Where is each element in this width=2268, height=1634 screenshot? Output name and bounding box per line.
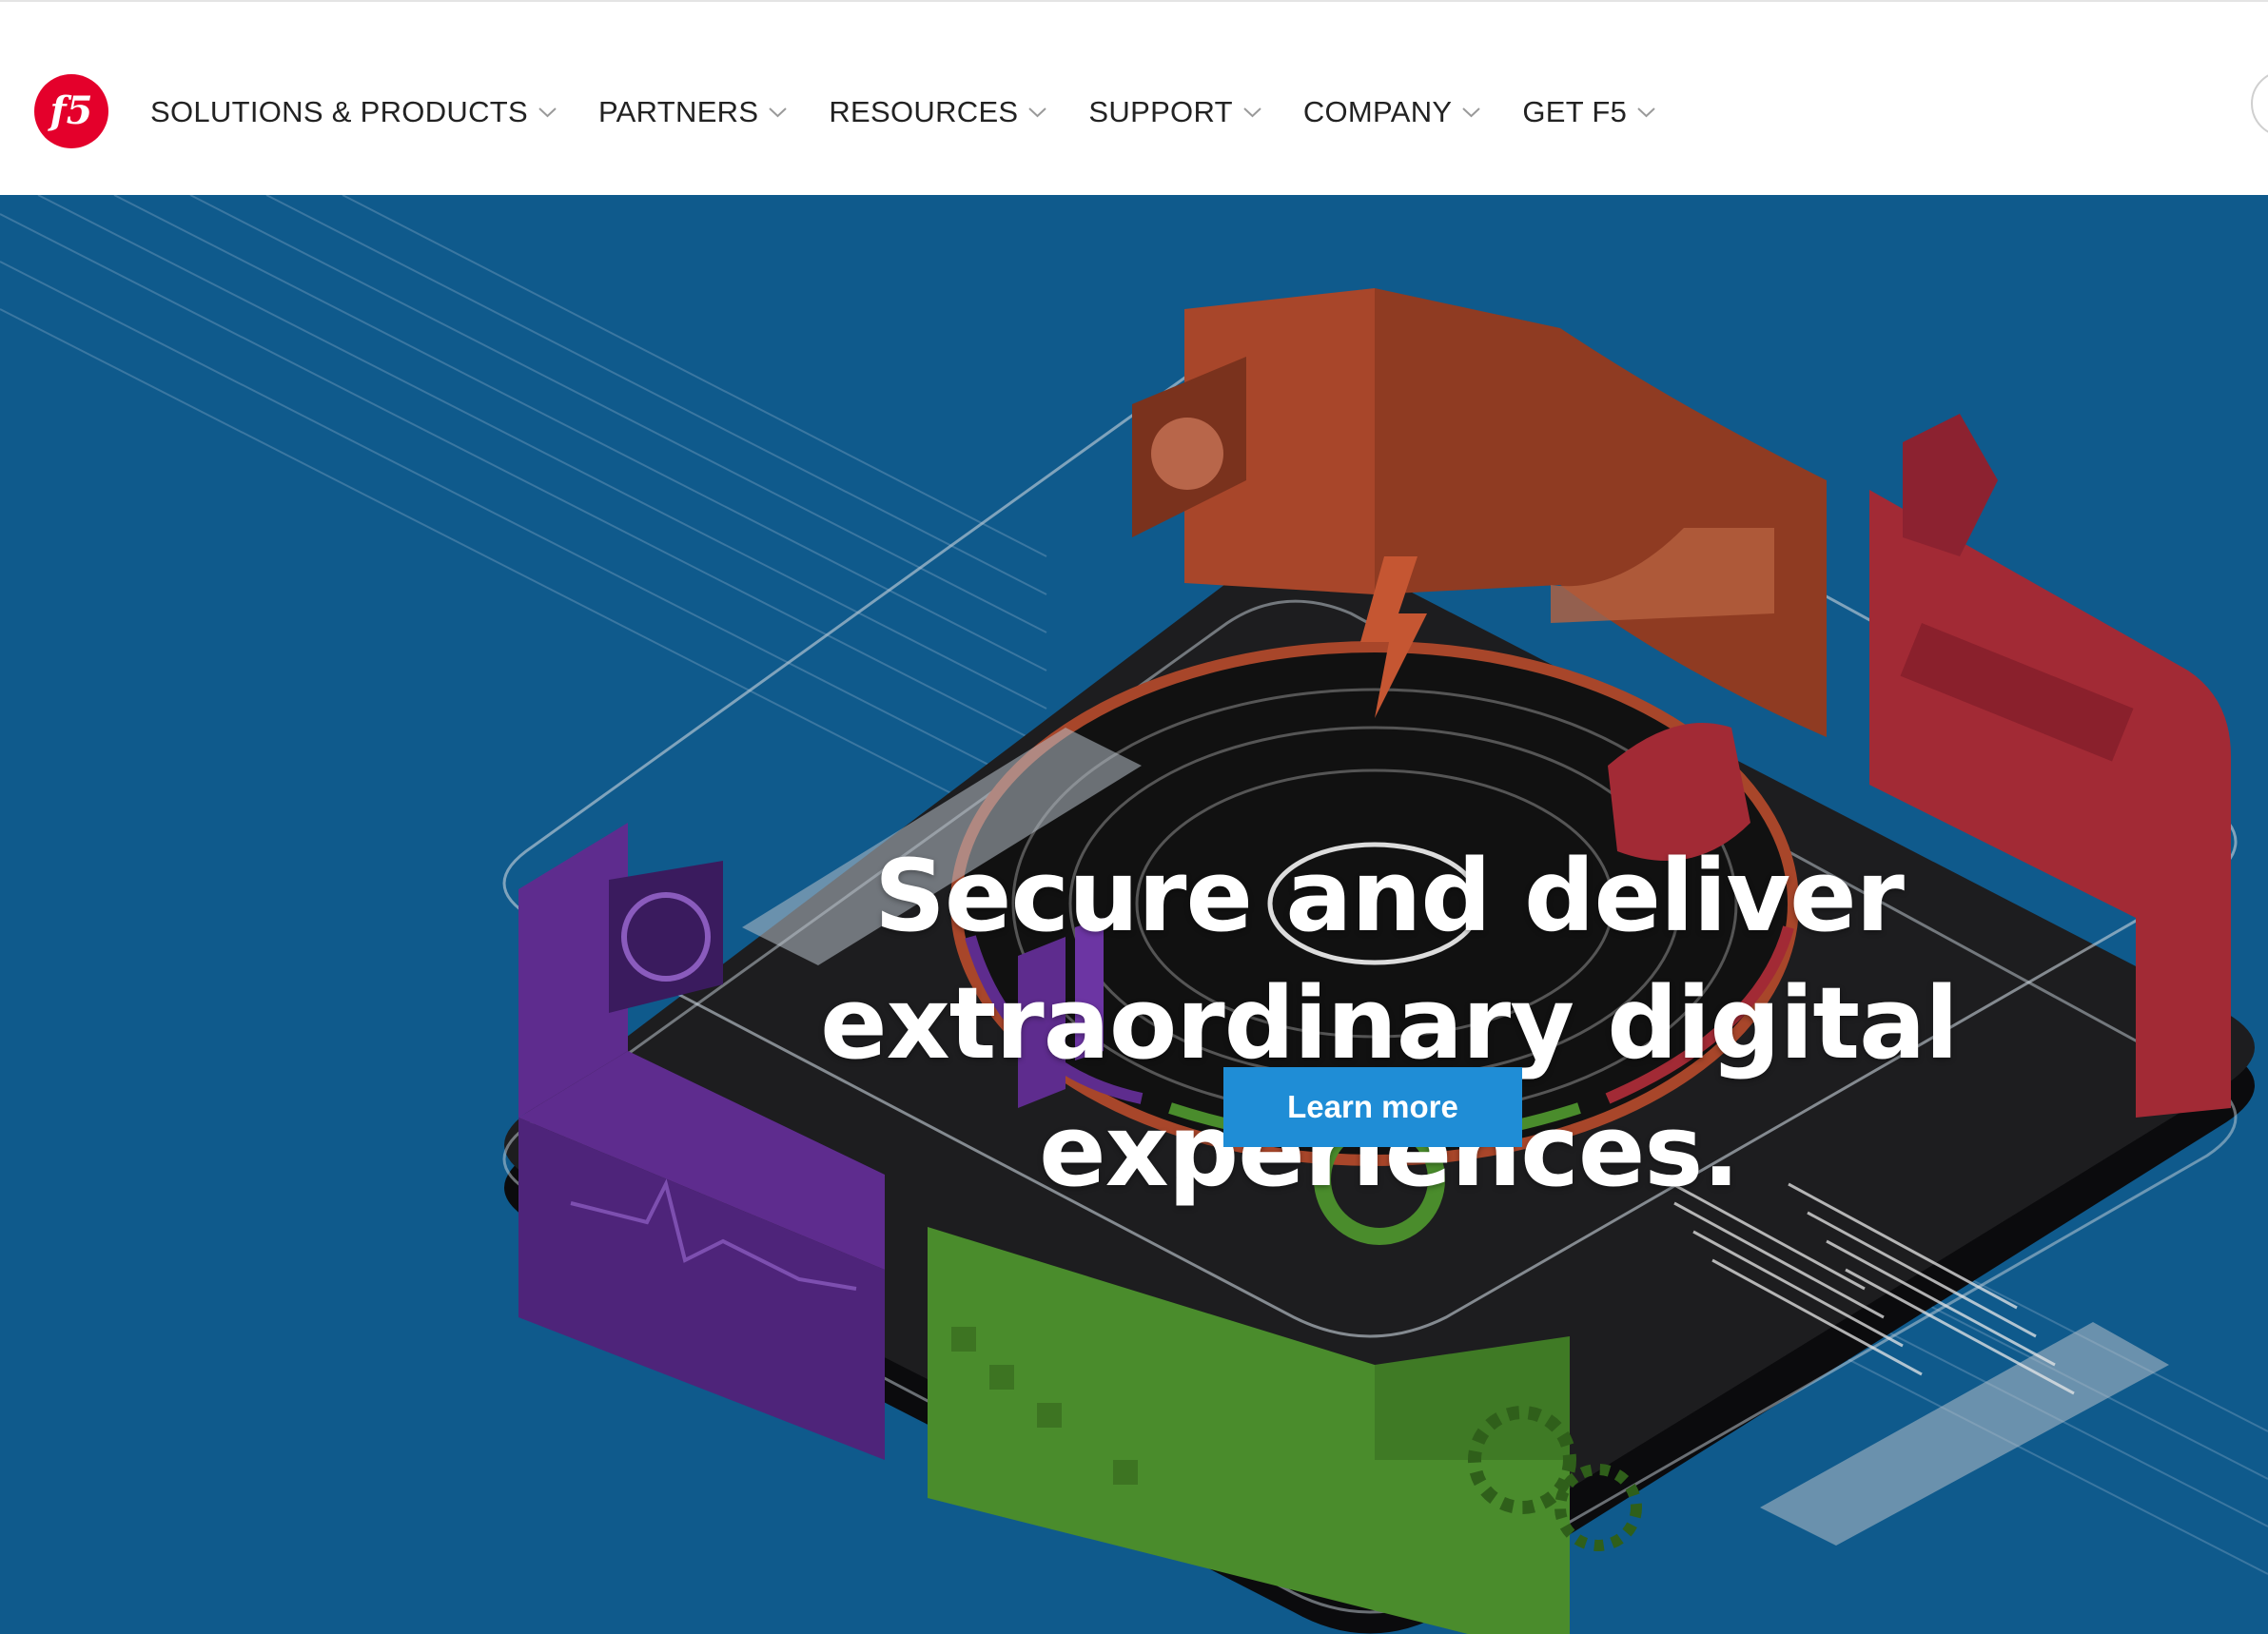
main-nav: SOLUTIONS & PRODUCTS PARTNERS RESOURCES … bbox=[150, 89, 1697, 135]
nav-partners[interactable]: PARTNERS bbox=[598, 95, 788, 129]
nav-label: SUPPORT bbox=[1088, 95, 1233, 128]
nav-label: RESOURCES bbox=[829, 95, 1019, 128]
nav-solutions-products[interactable]: SOLUTIONS & PRODUCTS bbox=[150, 95, 557, 129]
hero-headline: Secure and deliver extraordinary digital… bbox=[495, 832, 2268, 1215]
search-button-edge[interactable] bbox=[2251, 70, 2268, 137]
nav-support[interactable]: SUPPORT bbox=[1088, 95, 1261, 129]
chevron-down-icon bbox=[538, 107, 557, 118]
nav-label: GET F5 bbox=[1522, 95, 1628, 128]
logo-text: f5 bbox=[47, 88, 92, 133]
chevron-down-icon bbox=[1028, 107, 1047, 118]
nav-label: COMPANY bbox=[1302, 95, 1453, 128]
nav-resources[interactable]: RESOURCES bbox=[829, 95, 1047, 129]
chevron-down-icon bbox=[769, 107, 788, 118]
chevron-down-icon bbox=[1462, 107, 1481, 118]
nav-company[interactable]: COMPANY bbox=[1303, 95, 1481, 129]
learn-more-button[interactable]: Learn more bbox=[1223, 1067, 1522, 1147]
headline-line-1: Secure and deliver extraordinary digital bbox=[820, 837, 1959, 1081]
nav-get-f5[interactable]: GET F5 bbox=[1522, 95, 1655, 129]
f5-logo-icon: f5 bbox=[34, 74, 108, 148]
nav-label: PARTNERS bbox=[598, 95, 759, 128]
site-header: f5 SOLUTIONS & PRODUCTS PARTNERS RESOURC… bbox=[0, 0, 2268, 195]
nav-label: SOLUTIONS & PRODUCTS bbox=[150, 95, 528, 128]
chevron-down-icon bbox=[1243, 107, 1261, 118]
chevron-down-icon bbox=[1637, 107, 1655, 118]
f5-logo[interactable]: f5 bbox=[32, 72, 110, 150]
hero-banner: Secure and deliver extraordinary digital… bbox=[0, 195, 2268, 1634]
